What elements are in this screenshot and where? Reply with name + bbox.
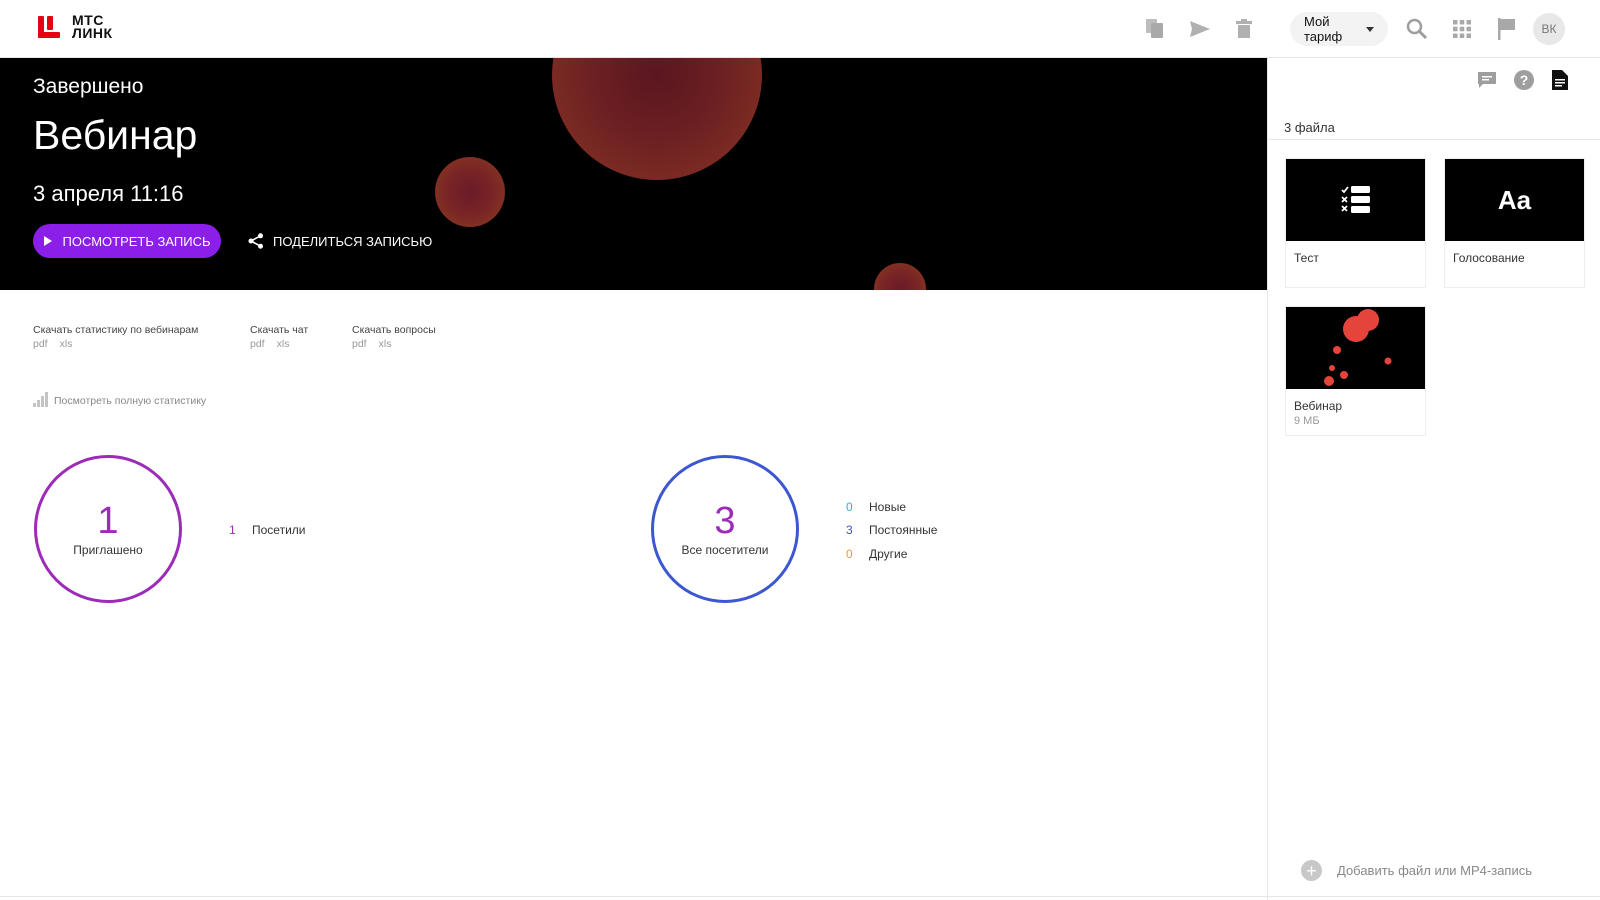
user-avatar[interactable]: ВК <box>1533 13 1565 45</box>
new-visitors-label: Новые <box>869 500 907 514</box>
share-recording-button[interactable]: ПОДЕЛИТЬСЯ ЗАПИСЬЮ <box>248 224 432 258</box>
watch-recording-button[interactable]: ПОСМОТРЕТЬ ЗАПИСЬ <box>33 224 221 258</box>
webinar-thumb-icon <box>1324 309 1392 386</box>
other-visitors-value: 0 <box>846 547 853 561</box>
logo-mark-icon <box>38 14 62 40</box>
download-pdf-link[interactable]: pdf <box>250 338 265 350</box>
download-label: Скачать чат <box>250 324 309 336</box>
trash-icon[interactable] <box>1231 16 1257 42</box>
regular-visitors-value: 3 <box>846 523 853 537</box>
download-pdf-link[interactable]: pdf <box>352 338 367 350</box>
decor-bubble <box>435 157 505 227</box>
apps-grid-icon[interactable] <box>1449 16 1475 42</box>
decor-bubble <box>552 58 762 180</box>
visitors-count: 3 <box>714 500 736 542</box>
visited-label: Посетили <box>252 523 306 537</box>
svg-text:?: ? <box>1520 72 1529 88</box>
webinar-thumbnail <box>1286 307 1425 389</box>
bottom-border <box>0 896 1600 897</box>
full-stats-label: Посмотреть полную статистику <box>54 395 207 407</box>
download-webinar-stats: Скачать статистику по вебинарам pdf xls <box>33 324 198 350</box>
invited-label: Приглашено <box>73 543 143 557</box>
invited-circle: 1 Приглашено <box>34 455 182 603</box>
test-thumbnail <box>1286 159 1425 241</box>
webinar-date: 3 апреля 11:16 <box>33 181 184 206</box>
download-chat: Скачать чат pdf xls <box>250 324 308 350</box>
files-panel: ? 3 файла Тест Aa Голосование Вебинар 9 … <box>1267 58 1600 900</box>
play-icon <box>43 236 52 246</box>
invited-count: 1 <box>97 500 119 542</box>
other-visitors-row: 0 Другие <box>846 547 907 561</box>
visitors-label: Все посетители <box>681 543 769 557</box>
tariff-label: Мой тариф <box>1304 14 1343 44</box>
share-recording-label: ПОДЕЛИТЬСЯ ЗАПИСЬЮ <box>273 233 433 249</box>
download-pdf-link[interactable]: pdf <box>33 338 48 350</box>
share-icon <box>248 233 263 249</box>
download-xls-link[interactable]: xls <box>379 338 392 350</box>
chevron-down-icon <box>1366 26 1374 32</box>
top-bar: МТС ЛИНК Мой тариф ВК <box>0 0 1600 58</box>
visited-value: 1 <box>229 523 236 537</box>
chat-icon[interactable] <box>1475 68 1499 92</box>
regular-visitors-label: Постоянные <box>869 523 938 537</box>
mts-link-logo[interactable]: МТС ЛИНК <box>38 13 113 41</box>
logo-text: МТС ЛИНК <box>72 13 113 41</box>
search-icon[interactable] <box>1404 16 1430 42</box>
files-count: 3 файла <box>1284 120 1335 135</box>
decor-bubble <box>874 263 926 290</box>
add-file-button[interactable]: + Добавить файл или MP4-запись <box>1301 860 1532 881</box>
my-tariff-dropdown[interactable]: Мой тариф <box>1290 12 1388 46</box>
webinar-title: Вебинар <box>33 112 198 158</box>
bar-chart-icon <box>33 392 49 407</box>
regular-visitors-row: 3 Постоянные <box>846 523 937 537</box>
file-name: Голосование <box>1453 251 1525 265</box>
divider <box>1268 139 1600 140</box>
plus-icon: + <box>1301 860 1322 881</box>
download-xls-link[interactable]: xls <box>60 338 73 350</box>
logo-line-2: ЛИНК <box>72 25 113 41</box>
webinar-hero-banner: Завершено Вебинар 3 апреля 11:16 ПОСМОТР… <box>0 58 1267 290</box>
document-icon[interactable] <box>1548 68 1572 92</box>
webinar-status: Завершено <box>33 75 144 98</box>
file-card-voting[interactable]: Aa Голосование <box>1444 158 1585 288</box>
file-size: 9 МБ <box>1294 415 1320 427</box>
download-xls-link[interactable]: xls <box>277 338 290 350</box>
download-label: Скачать статистику по вебинарам <box>33 324 199 336</box>
help-icon[interactable]: ? <box>1512 68 1536 92</box>
new-visitors-value: 0 <box>846 500 853 514</box>
file-name: Тест <box>1294 251 1319 265</box>
visited-row: 1 Посетили <box>229 523 305 537</box>
download-questions: Скачать вопросы pdf xls <box>352 324 436 350</box>
flag-icon[interactable] <box>1494 16 1520 42</box>
download-label: Скачать вопросы <box>352 324 436 336</box>
avatar-initials: ВК <box>1541 22 1557 36</box>
other-visitors-label: Другие <box>869 547 908 561</box>
visitors-circle: 3 Все посетители <box>651 455 799 603</box>
file-card-test[interactable]: Тест <box>1285 158 1426 288</box>
copy-icon[interactable] <box>1142 16 1168 42</box>
file-card-webinar[interactable]: Вебинар 9 МБ <box>1285 306 1426 436</box>
voting-text-icon: Aa <box>1497 184 1532 215</box>
watch-recording-label: ПОСМОТРЕТЬ ЗАПИСЬ <box>62 233 211 249</box>
file-name: Вебинар <box>1294 399 1343 413</box>
new-visitors-row: 0 Новые <box>846 500 906 514</box>
voting-thumbnail: Aa <box>1445 159 1584 241</box>
test-icon <box>1340 186 1370 213</box>
full-stats-link[interactable]: Посмотреть полную статистику <box>33 392 206 407</box>
add-file-label: Добавить файл или MP4-запись <box>1337 863 1532 878</box>
send-icon[interactable] <box>1187 16 1213 42</box>
